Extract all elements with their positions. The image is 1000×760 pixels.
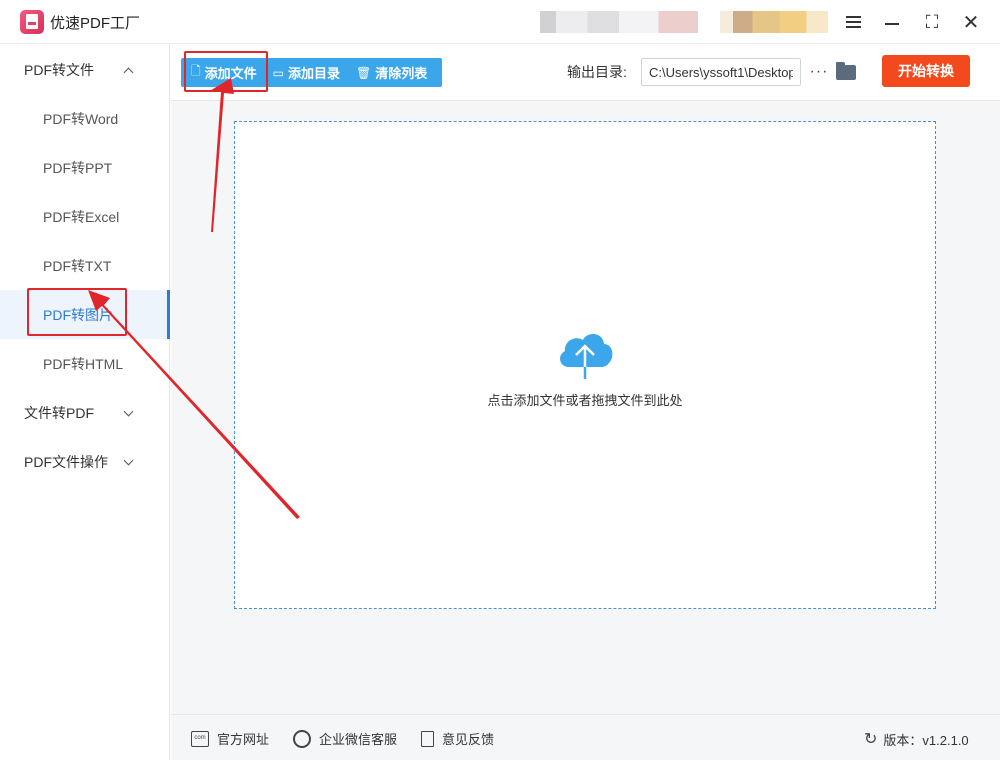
more-options-icon[interactable]: ··· [807,58,831,86]
chevron-down-icon [123,455,134,466]
sidebar-group-label: PDF文件操作 [24,453,108,470]
close-icon[interactable]: ✕ [960,11,982,34]
website-icon: com [191,730,209,747]
feedback-label: 意见反馈 [442,732,495,747]
sidebar-item-label: PDF转Word [43,110,119,127]
start-convert-button[interactable]: 开始转换 [882,55,970,87]
open-folder-icon[interactable] [835,61,859,83]
minimize-icon[interactable] [881,11,903,33]
sidebar-item-label: PDF转PPT [43,159,113,176]
sidebar-item-pdf-to-ppt[interactable]: PDF转PPT [0,143,170,192]
sidebar-group-pdf-operations[interactable]: PDF文件操作 [0,437,170,486]
file-button-group: 🗋 添加文件 ▭ 添加目录 🗑 清除列表 [181,58,442,87]
sidebar-group-label: PDF转文件 [24,61,94,78]
menu-icon[interactable] [842,11,864,33]
feedback-icon [421,730,434,747]
sidebar-item-pdf-to-html[interactable]: PDF转HTML [0,339,170,388]
app-logo-icon [20,10,44,34]
wechat-support-link[interactable]: 企业微信客服 [293,729,397,748]
cloud-upload-icon [560,334,613,379]
version-label: 版本：v1.2.1.0 [883,732,969,748]
app-title: 优速PDF工厂 [50,15,141,32]
clear-list-label: 清除列表 [375,66,428,81]
add-folder-label: 添加目录 [288,66,341,81]
sidebar-item-label: PDF转HTML [43,355,124,372]
sidebar-item-pdf-to-word[interactable]: PDF转Word [0,94,170,143]
add-folder-button[interactable]: ▭ 添加目录 [263,58,346,87]
chevron-up-icon [123,67,134,78]
sidebar-item-label: PDF转Excel [43,208,120,225]
output-dir-label: 输出目录: [567,64,627,80]
sidebar-group-label: 文件转PDF [24,404,94,421]
file-drop-zone[interactable]: 点击添加文件或者拖拽文件到此处 [234,121,936,609]
blurred-user-info [540,11,698,33]
output-dir-input[interactable] [641,58,801,86]
sidebar-item-pdf-to-excel[interactable]: PDF转Excel [0,192,170,241]
website-link[interactable]: com 官方网址 [191,729,269,748]
footer-bar: com 官方网址 企业微信客服 意见反馈 ↻ 版本：v1.2.1.0 [171,714,1000,760]
version-info: ↻ 版本：v1.2.1.0 [864,729,969,749]
sidebar-item-label: PDF转TXT [43,257,112,274]
sidebar-group-pdf-to-file[interactable]: PDF转文件 [0,45,170,94]
main-panel: 🗋 添加文件 ▭ 添加目录 🗑 清除列表 输出目录: ··· 开始转换 [171,44,1000,714]
blurred-account-badge [720,11,828,33]
folder-outline-icon: ▭ [272,65,285,80]
refresh-icon[interactable]: ↻ [864,729,877,749]
toolbar: 🗋 添加文件 ▭ 添加目录 🗑 清除列表 输出目录: ··· 开始转换 [171,44,1000,101]
file-icon: 🗋 [191,64,201,78]
feedback-link[interactable]: 意见反馈 [421,729,494,748]
chevron-down-icon [123,406,134,417]
sidebar-item-pdf-to-image[interactable]: PDF转图片 [0,290,170,339]
chat-icon [293,729,311,748]
add-file-label: 添加文件 [204,66,257,81]
sidebar-group-file-to-pdf[interactable]: 文件转PDF [0,388,170,437]
trash-icon: 🗑 [356,65,372,80]
sidebar-item-pdf-to-txt[interactable]: PDF转TXT [0,241,170,290]
drop-zone-hint: 点击添加文件或者拖拽文件到此处 [487,393,683,408]
maximize-icon[interactable]: ⛶ [921,11,943,33]
wechat-support-label: 企业微信客服 [319,732,398,747]
clear-list-button[interactable]: 🗑 清除列表 [346,58,433,87]
website-label: 官方网址 [217,732,270,747]
sidebar-item-label: PDF转图片 [43,306,113,323]
sidebar: PDF转文件 PDF转Word PDF转PPT PDF转Excel PDF转TX… [0,44,170,760]
title-bar: 优速PDF工厂 ⛶ ✕ [0,0,1000,44]
add-file-button[interactable]: 🗋 添加文件 [181,58,263,87]
